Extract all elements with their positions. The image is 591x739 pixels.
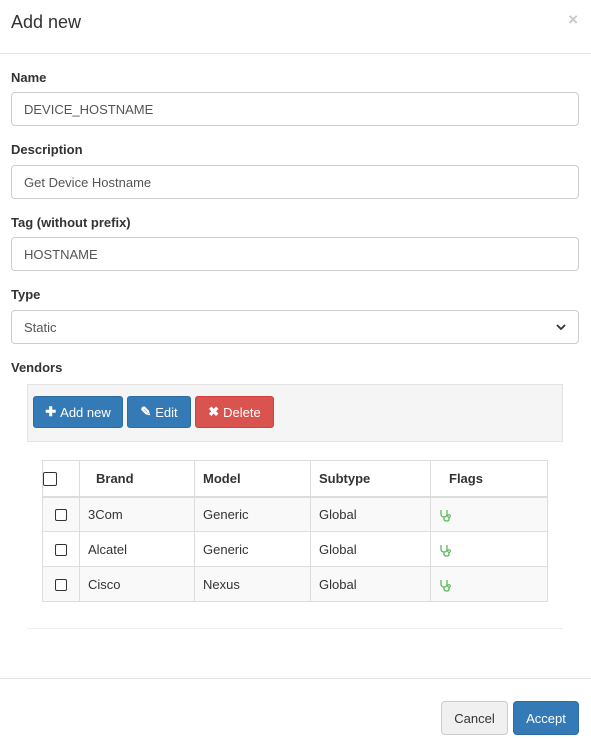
add-vendor-button[interactable]: ✚ Add new: [33, 396, 123, 428]
row-checkbox-cell: [42, 496, 80, 532]
edit-vendor-button[interactable]: ✎ Edit: [127, 396, 191, 428]
row-checkbox-cell: [42, 566, 80, 602]
flags-cell: [430, 566, 548, 602]
stethoscope-icon: [440, 544, 451, 557]
close-icon[interactable]: ×: [568, 10, 578, 30]
tag-label: Tag (without prefix): [11, 215, 131, 230]
column-header-brand[interactable]: Brand: [79, 460, 195, 498]
flags-cell: [430, 531, 548, 567]
type-select-value: Static: [24, 319, 57, 335]
model-cell: Nexus: [194, 566, 311, 602]
subtype-cell: Global: [310, 496, 431, 532]
vendors-table: Brand Model Subtype Flags 3Com Generic G…: [42, 460, 548, 602]
chevron-down-icon: [556, 324, 566, 331]
select-all-checkbox[interactable]: [43, 472, 57, 487]
column-header-subtype[interactable]: Subtype: [310, 460, 431, 498]
column-header-model[interactable]: Model: [194, 460, 311, 498]
modal-footer: Cancel Accept: [0, 678, 591, 739]
plus-icon: ✚: [45, 404, 57, 419]
column-header-flags[interactable]: Flags: [430, 460, 548, 498]
table-row[interactable]: 3Com Generic Global: [42, 496, 548, 532]
type-select[interactable]: Static: [11, 310, 579, 344]
brand-cell: Alcatel: [79, 531, 195, 567]
modal-header: Add new ×: [0, 0, 591, 54]
x-icon: ✖: [208, 404, 220, 419]
subtype-cell: Global: [310, 566, 431, 602]
accept-button[interactable]: Accept: [513, 701, 579, 735]
pencil-icon: ✎: [140, 404, 152, 419]
row-checkbox[interactable]: [55, 544, 67, 557]
subtype-cell: Global: [310, 531, 431, 567]
modal-title: Add new: [11, 12, 82, 32]
brand-cell: Cisco: [79, 566, 195, 602]
stethoscope-icon: [440, 509, 451, 522]
row-checkbox[interactable]: [55, 509, 67, 522]
model-cell: Generic: [194, 531, 311, 567]
model-cell: Generic: [194, 496, 311, 532]
edit-vendor-label: Edit: [155, 404, 178, 420]
delete-vendor-button[interactable]: ✖ Delete: [195, 396, 274, 428]
name-input[interactable]: [11, 92, 579, 126]
tag-input[interactable]: [11, 237, 579, 271]
row-checkbox[interactable]: [55, 579, 67, 592]
vendors-toolbar: ✚ Add new ✎ Edit ✖ Delete: [27, 384, 563, 442]
select-all-cell: [42, 460, 80, 498]
brand-cell: 3Com: [79, 496, 195, 532]
stethoscope-icon: [440, 579, 451, 592]
flags-cell: [430, 496, 548, 532]
cancel-button[interactable]: Cancel: [441, 701, 508, 735]
add-vendor-label: Add new: [60, 404, 111, 420]
type-label: Type: [11, 287, 41, 302]
description-input[interactable]: [11, 165, 579, 199]
divider: [27, 628, 563, 629]
table-header-row: Brand Model Subtype Flags: [42, 460, 548, 498]
name-label: Name: [11, 70, 47, 85]
row-checkbox-cell: [42, 531, 80, 567]
delete-vendor-label: Delete: [223, 404, 261, 420]
description-label: Description: [11, 142, 83, 157]
vendors-label: Vendors: [11, 360, 63, 375]
table-row[interactable]: Cisco Nexus Global: [42, 566, 548, 602]
table-row[interactable]: Alcatel Generic Global: [42, 531, 548, 567]
